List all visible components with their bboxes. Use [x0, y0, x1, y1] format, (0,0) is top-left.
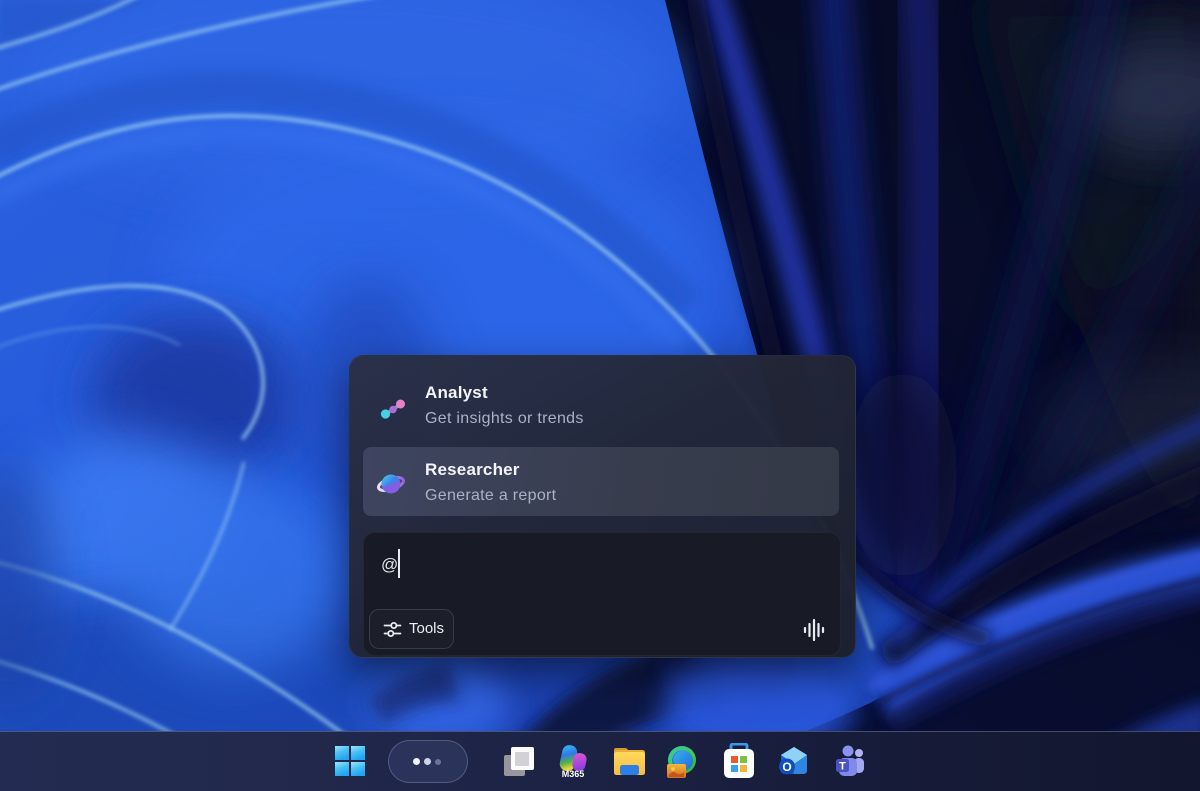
- svg-text:M365: M365: [562, 769, 585, 779]
- svg-text:O: O: [782, 760, 791, 774]
- svg-text:T: T: [839, 761, 846, 773]
